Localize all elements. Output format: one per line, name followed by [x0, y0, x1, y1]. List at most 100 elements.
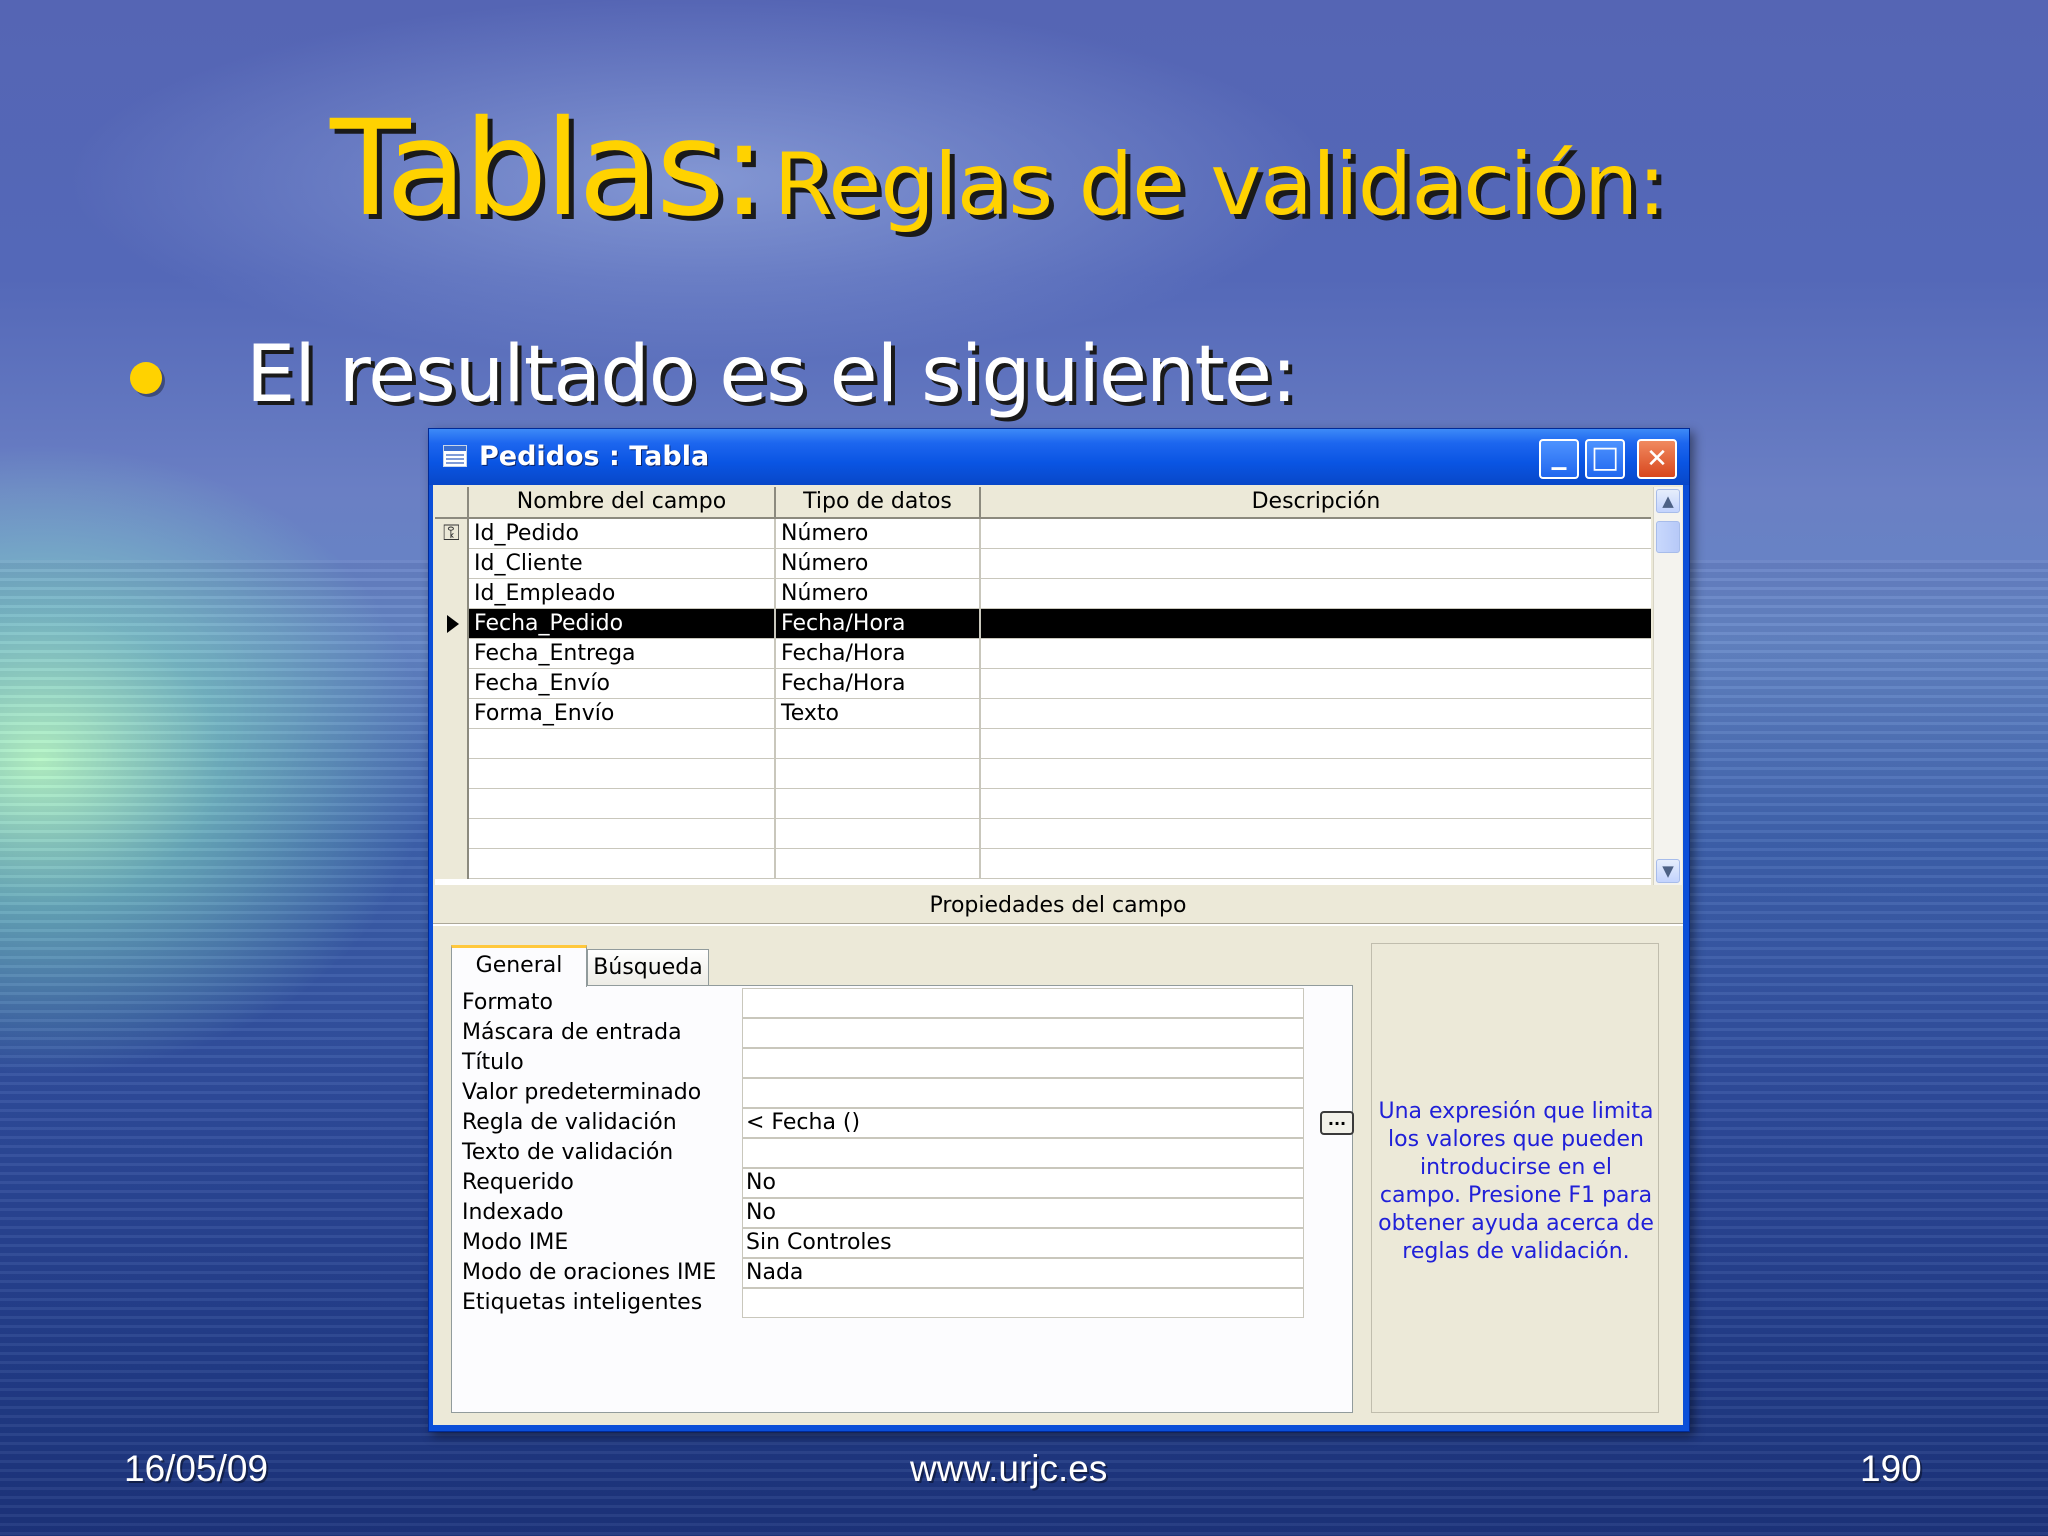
- table-row[interactable]: Fecha_Envío Fecha/Hora: [435, 669, 1651, 699]
- data-type-cell[interactable]: [776, 849, 981, 879]
- field-name-cell[interactable]: Id_Empleado: [469, 579, 776, 609]
- property-row: Regla de validación < Fecha ()...: [452, 1108, 1354, 1138]
- footer-page-number: 190: [1860, 1448, 1922, 1489]
- property-value-input[interactable]: [742, 1078, 1304, 1108]
- table-row[interactable]: Id_Empleado Número: [435, 579, 1651, 609]
- property-value-input[interactable]: [742, 1048, 1304, 1078]
- data-type-cell[interactable]: Número: [776, 549, 981, 579]
- description-cell[interactable]: [981, 819, 1651, 849]
- table-row[interactable]: [435, 759, 1651, 789]
- data-type-cell[interactable]: Número: [776, 579, 981, 609]
- table-row[interactable]: [435, 819, 1651, 849]
- field-name-cell[interactable]: [469, 789, 776, 819]
- property-value-input[interactable]: [742, 1018, 1304, 1048]
- property-value-input[interactable]: < Fecha (): [742, 1108, 1304, 1138]
- row-selector[interactable]: [435, 789, 469, 819]
- data-type-cell[interactable]: [776, 759, 981, 789]
- description-cell[interactable]: [981, 549, 1651, 579]
- description-cell[interactable]: [981, 759, 1651, 789]
- column-header-data-type[interactable]: Tipo de datos: [776, 487, 981, 517]
- data-type-cell[interactable]: Fecha/Hora: [776, 639, 981, 669]
- data-type-cell[interactable]: [776, 729, 981, 759]
- scroll-down-icon[interactable]: ▼: [1656, 859, 1680, 883]
- description-cell[interactable]: [981, 699, 1651, 729]
- field-name-cell[interactable]: [469, 819, 776, 849]
- row-selector[interactable]: [435, 669, 469, 699]
- property-value-input[interactable]: [742, 1288, 1304, 1318]
- grid-vertical-scrollbar[interactable]: ▲ ▼: [1653, 487, 1682, 885]
- row-selector[interactable]: [435, 729, 469, 759]
- row-selector[interactable]: ⚿: [435, 519, 469, 549]
- row-selector[interactable]: [435, 549, 469, 579]
- scrollbar-thumb[interactable]: [1656, 521, 1680, 553]
- property-row: Modo de oraciones IME Nada: [452, 1258, 1332, 1288]
- table-row[interactable]: Fecha_Entrega Fecha/Hora: [435, 639, 1651, 669]
- column-header-field-name[interactable]: Nombre del campo: [469, 487, 776, 517]
- field-name-cell[interactable]: Fecha_Envío: [469, 669, 776, 699]
- bullet-dot: [130, 362, 162, 394]
- table-design-window: Pedidos : Tabla _ □ ✕ Nombre del campo T…: [428, 428, 1690, 1432]
- data-type-cell[interactable]: Texto: [776, 699, 981, 729]
- scroll-up-icon[interactable]: ▲: [1656, 489, 1680, 513]
- row-selector[interactable]: [435, 639, 469, 669]
- table-row[interactable]: [435, 849, 1651, 879]
- minimize-button[interactable]: _: [1539, 437, 1579, 479]
- property-row: Texto de validación: [452, 1138, 1332, 1168]
- description-cell[interactable]: [981, 519, 1651, 549]
- field-name-cell[interactable]: Fecha_Pedido: [469, 609, 776, 639]
- description-cell[interactable]: [981, 849, 1651, 879]
- data-type-cell[interactable]: Fecha/Hora: [776, 669, 981, 699]
- pane-separator: [433, 923, 1683, 926]
- property-value-input[interactable]: Sin Controles: [742, 1228, 1304, 1258]
- row-selector[interactable]: [435, 699, 469, 729]
- slide-title: Tablas: Reglas de validación:: [330, 92, 1666, 246]
- field-name-cell[interactable]: Id_Cliente: [469, 549, 776, 579]
- field-name-cell[interactable]: Id_Pedido: [469, 519, 776, 549]
- description-cell[interactable]: [981, 669, 1651, 699]
- data-type-cell[interactable]: [776, 789, 981, 819]
- row-selector[interactable]: [435, 819, 469, 849]
- property-row: Valor predeterminado: [452, 1078, 1332, 1108]
- table-row[interactable]: Forma_Envío Texto: [435, 699, 1651, 729]
- window-titlebar[interactable]: Pedidos : Tabla _ □ ✕: [429, 429, 1689, 485]
- maximize-button[interactable]: □: [1585, 439, 1625, 479]
- row-selector[interactable]: [435, 579, 469, 609]
- expression-builder-button[interactable]: ...: [1320, 1111, 1354, 1135]
- description-cell[interactable]: [981, 789, 1651, 819]
- field-name-cell[interactable]: [469, 759, 776, 789]
- property-label: Formato: [462, 990, 553, 1015]
- tab-general[interactable]: General: [451, 945, 587, 987]
- property-value-input[interactable]: [742, 1138, 1304, 1168]
- table-row[interactable]: Id_Cliente Número: [435, 549, 1651, 579]
- property-value-input[interactable]: No: [742, 1198, 1304, 1228]
- data-type-cell[interactable]: Número: [776, 519, 981, 549]
- property-value-input[interactable]: Nada: [742, 1258, 1304, 1288]
- tab-busqueda[interactable]: Búsqueda: [587, 949, 709, 987]
- field-name-cell[interactable]: [469, 729, 776, 759]
- table-row[interactable]: [435, 789, 1651, 819]
- property-value-input[interactable]: No: [742, 1168, 1304, 1198]
- description-cell[interactable]: [981, 639, 1651, 669]
- column-header-description[interactable]: Descripción: [981, 487, 1651, 517]
- field-name-cell[interactable]: Fecha_Entrega: [469, 639, 776, 669]
- field-name-cell[interactable]: Forma_Envío: [469, 699, 776, 729]
- property-label: Texto de validación: [462, 1140, 674, 1165]
- row-selector[interactable]: [435, 759, 469, 789]
- property-value-input[interactable]: [742, 988, 1304, 1018]
- footer-url: www.urjc.es: [910, 1448, 1108, 1489]
- row-selector[interactable]: [435, 849, 469, 879]
- data-type-cell[interactable]: Fecha/Hora: [776, 609, 981, 639]
- field-name-cell[interactable]: [469, 849, 776, 879]
- description-cell[interactable]: [981, 579, 1651, 609]
- property-row: Requerido No: [452, 1168, 1332, 1198]
- property-row: Modo IME Sin Controles: [452, 1228, 1332, 1258]
- table-row[interactable]: [435, 729, 1651, 759]
- property-row: Título: [452, 1048, 1332, 1078]
- description-cell[interactable]: [981, 609, 1651, 639]
- close-button[interactable]: ✕: [1637, 439, 1677, 479]
- data-type-cell[interactable]: [776, 819, 981, 849]
- table-row[interactable]: ⚿ Id_Pedido Número: [435, 519, 1651, 549]
- row-selector[interactable]: [435, 609, 469, 639]
- table-row[interactable]: Fecha_Pedido Fecha/Hora: [435, 609, 1651, 639]
- description-cell[interactable]: [981, 729, 1651, 759]
